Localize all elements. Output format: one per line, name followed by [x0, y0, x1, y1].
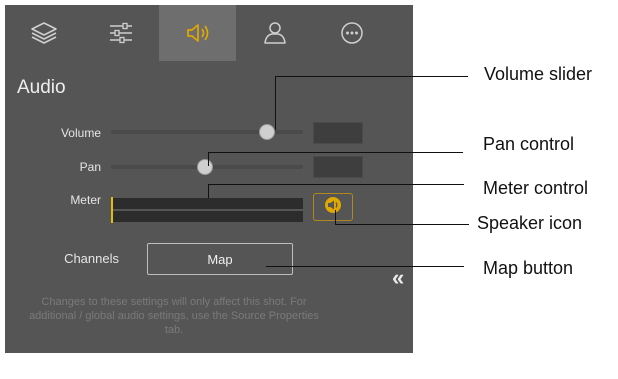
- volume-callout-leader-vertical: [275, 76, 276, 130]
- tab-adjustments[interactable]: [82, 5, 159, 61]
- callout-pan-control: Pan control: [483, 134, 575, 154]
- more-icon: [337, 20, 367, 46]
- tab-person[interactable]: [236, 5, 313, 61]
- audio-panel: Audio Volume Pan Meter Channels Map « Ch…: [5, 5, 413, 353]
- callout-meter-control: Meter control: [483, 178, 589, 198]
- meter-channel-right: [111, 211, 303, 222]
- section-title: Audio: [17, 77, 66, 98]
- channels-label: Channels: [64, 251, 119, 266]
- volume-label: Volume: [60, 126, 101, 140]
- tab-layers[interactable]: [5, 5, 82, 61]
- speaker-icon: [322, 196, 344, 219]
- meter-label: Meter: [70, 193, 101, 207]
- collapse-panel-icon[interactable]: «: [392, 267, 404, 289]
- meter-level-indicator: [111, 197, 113, 223]
- settings-note: Changes to these settings will only affe…: [29, 296, 319, 336]
- callout-map-button: Map button: [483, 258, 574, 278]
- speaker-icon: [183, 20, 213, 46]
- person-icon: [260, 20, 290, 46]
- tab-audio[interactable]: [159, 5, 236, 61]
- layers-icon: [29, 20, 59, 46]
- pan-slider-thumb[interactable]: [197, 159, 213, 175]
- volume-value-field[interactable]: [313, 122, 363, 144]
- callout-volume-slider: Volume slider: [484, 64, 593, 84]
- callout-speaker-icon: Speaker icon: [477, 213, 583, 233]
- pan-slider[interactable]: [111, 159, 303, 175]
- pan-label: Pan: [79, 160, 101, 174]
- pan-value-field[interactable]: [313, 156, 363, 178]
- meter-channel-left: [111, 198, 303, 209]
- tab-more[interactable]: [313, 5, 390, 61]
- pan-callout-leader: [208, 152, 463, 153]
- speaker-callout-leader-vertical: [335, 210, 336, 224]
- meter-callout-leader-vertical: [208, 184, 209, 198]
- audio-meter: [111, 197, 303, 223]
- volume-slider-thumb[interactable]: [259, 124, 275, 140]
- map-callout-leader: [266, 266, 464, 267]
- map-button[interactable]: Map: [147, 243, 293, 275]
- tab-bar: [5, 5, 413, 61]
- sliders-icon: [106, 20, 136, 46]
- meter-callout-leader: [208, 184, 464, 185]
- speaker-button[interactable]: [313, 193, 353, 221]
- pan-callout-leader-vertical: [208, 152, 209, 166]
- volume-slider[interactable]: [111, 124, 303, 140]
- speaker-callout-leader: [335, 224, 469, 225]
- volume-callout-leader: [275, 76, 468, 77]
